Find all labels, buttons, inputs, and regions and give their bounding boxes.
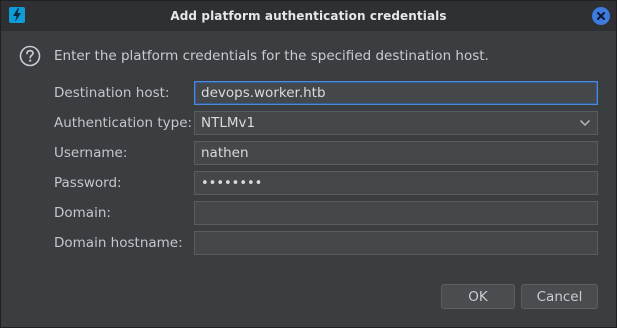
domain-input[interactable]: [194, 201, 598, 225]
ok-button[interactable]: OK: [441, 284, 515, 309]
destination-host-input[interactable]: devops.worker.htb: [194, 81, 598, 105]
authentication-type-select[interactable]: NTLMv1: [194, 111, 598, 135]
domain-hostname-input[interactable]: [194, 231, 598, 255]
dialog-window: Add platform authentication credentials …: [0, 0, 617, 328]
cancel-button[interactable]: Cancel: [521, 284, 598, 309]
authentication-type-value: NTLMv1: [201, 115, 256, 131]
close-button[interactable]: [592, 7, 610, 25]
info-text: Enter the platform credentials for the s…: [54, 48, 489, 64]
destination-host-label: Destination host:: [54, 85, 170, 101]
password-value: ••••••••: [201, 176, 263, 191]
domain-label: Domain:: [54, 205, 111, 221]
domain-hostname-label: Domain hostname:: [54, 235, 183, 251]
username-value: nathen: [201, 145, 249, 161]
question-mark-icon: [19, 45, 41, 67]
username-input[interactable]: nathen: [194, 141, 598, 165]
title-bar[interactable]: Add platform authentication credentials: [1, 1, 616, 31]
authentication-type-label: Authentication type:: [54, 115, 193, 131]
close-icon: [597, 12, 605, 20]
destination-host-value: devops.worker.htb: [201, 85, 326, 101]
info-message: Enter the platform credentials for the s…: [19, 45, 489, 67]
dialog-title: Add platform authentication credentials: [170, 9, 447, 23]
password-label: Password:: [54, 175, 122, 191]
username-label: Username:: [54, 145, 128, 161]
chevron-down-icon: [579, 119, 591, 127]
lightning-bolt-icon: [9, 7, 25, 23]
password-input[interactable]: ••••••••: [194, 171, 598, 195]
